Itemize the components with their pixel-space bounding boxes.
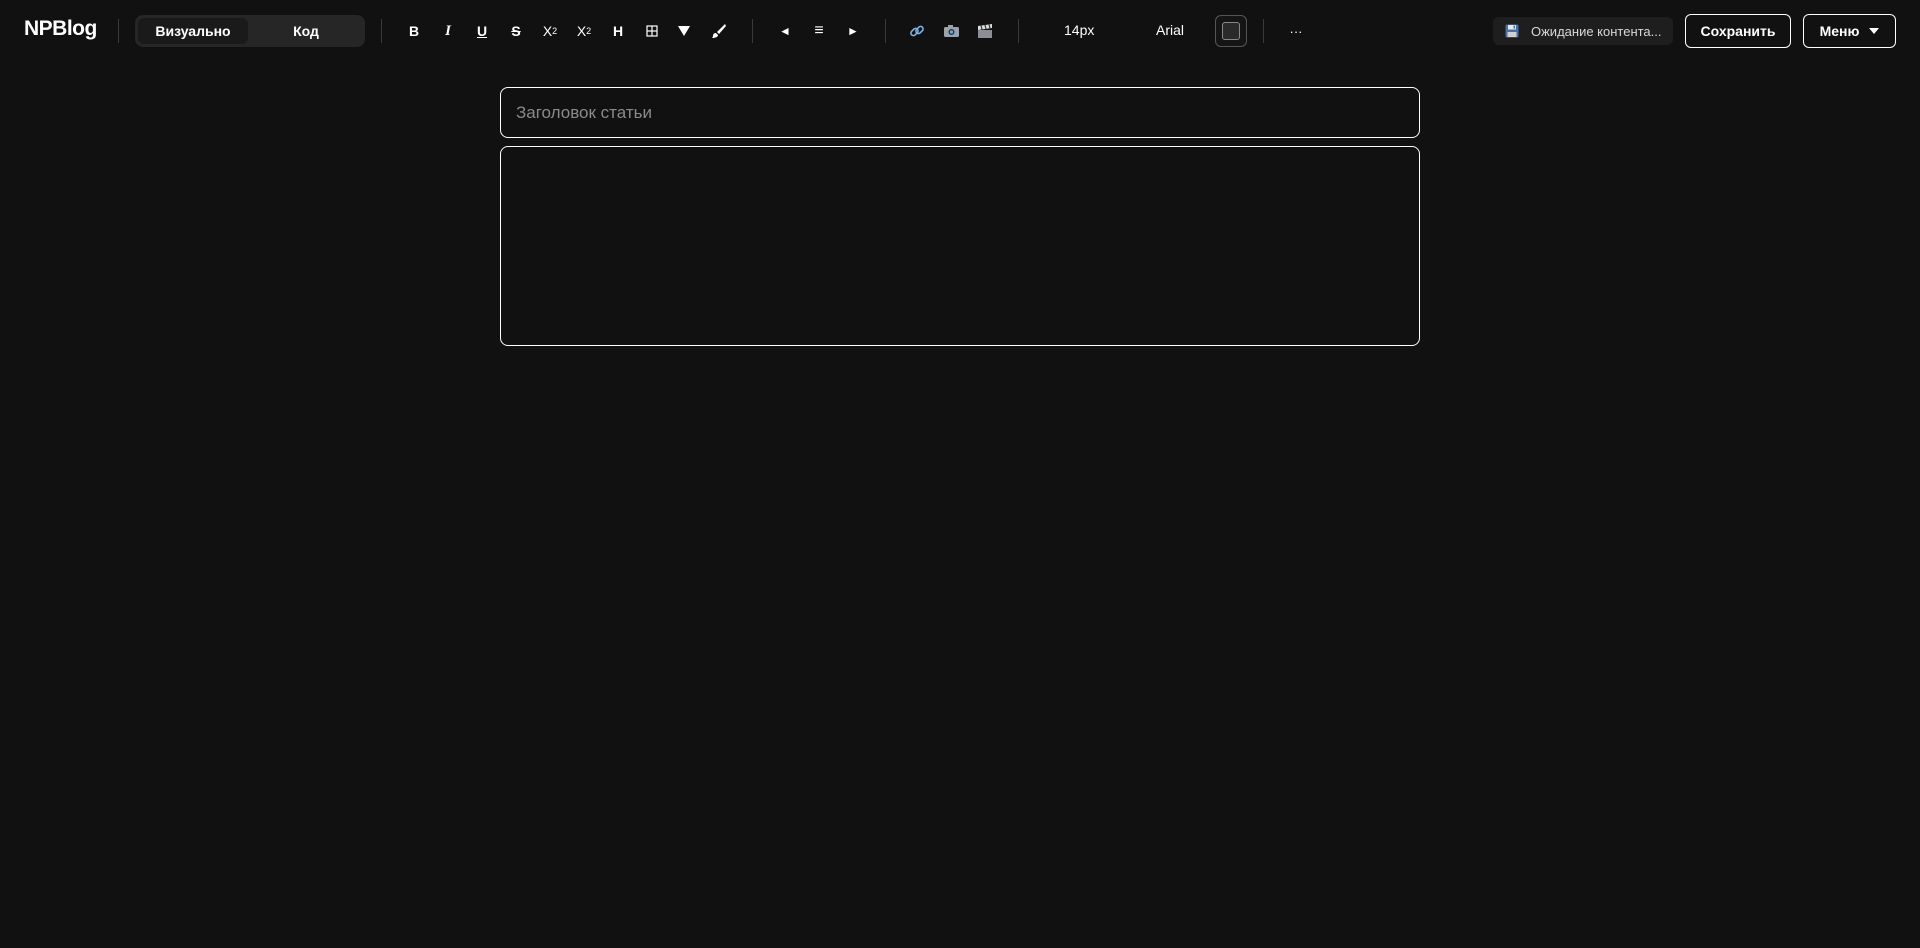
insert-image-button[interactable] [938, 19, 964, 43]
toolbar-divider [885, 19, 886, 43]
strikethrough-button[interactable]: S [503, 19, 529, 43]
more-options-button[interactable]: ··· [1283, 19, 1309, 43]
subscript-sub: 2 [586, 26, 592, 36]
toolbar-divider [381, 19, 382, 43]
app-logo[interactable]: NPBlog [24, 17, 97, 41]
save-status-text: Ожидание контента... [1531, 23, 1662, 39]
link-icon [910, 25, 924, 37]
underline-button[interactable]: U [469, 19, 495, 43]
table-button[interactable] [639, 19, 665, 43]
heading-button[interactable]: H [605, 19, 631, 43]
tab-visual[interactable]: Визуально [138, 18, 248, 44]
align-center-button[interactable]: ≡ [806, 19, 832, 43]
clapper-icon [978, 23, 992, 38]
superscript-exp: 2 [552, 26, 558, 36]
toolbar-divider [752, 19, 753, 43]
toolbar-divider [1263, 19, 1264, 43]
subscript-base: X [576, 23, 587, 39]
bold-button[interactable]: B [401, 19, 427, 43]
font-family-select[interactable]: Arial [1156, 22, 1184, 38]
camera-icon [943, 25, 959, 37]
toolbar-divider [1018, 19, 1019, 43]
menu-button-label: Меню [1819, 23, 1860, 39]
article-title-input[interactable] [500, 87, 1420, 138]
floppy-disk-icon [1505, 24, 1519, 38]
italic-button[interactable]: I [435, 19, 461, 43]
align-right-button[interactable]: ► [840, 19, 866, 43]
superscript-button[interactable]: X2 [537, 19, 563, 43]
superscript-base: X [542, 23, 553, 39]
menu-button[interactable]: Меню [1803, 14, 1896, 48]
text-color-picker[interactable] [1215, 15, 1247, 47]
tab-code[interactable]: Код [250, 18, 362, 44]
subscript-button[interactable]: X2 [571, 19, 597, 43]
toolbar-divider [118, 19, 119, 43]
mode-switch: Визуально Код [135, 15, 365, 47]
editor-toolbar: NPBlog Визуально Код B I U S X2 X2 H ◄ ≡… [0, 0, 1920, 62]
save-status: Ожидание контента... [1493, 17, 1673, 45]
insert-video-button[interactable] [972, 19, 998, 43]
article-content-editor[interactable] [500, 146, 1420, 346]
fill-color-button[interactable] [671, 19, 697, 43]
brush-icon [712, 24, 726, 38]
color-swatch-preview [1222, 22, 1240, 40]
align-left-button[interactable]: ◄ [772, 19, 798, 43]
insert-link-button[interactable] [904, 19, 930, 43]
brush-button[interactable] [706, 19, 732, 43]
fill-triangle-icon [678, 26, 690, 36]
font-size-select[interactable]: 14px [1064, 22, 1094, 38]
chevron-down-icon [1869, 28, 1880, 34]
save-button[interactable]: Сохранить [1685, 14, 1791, 48]
table-icon [646, 25, 658, 37]
